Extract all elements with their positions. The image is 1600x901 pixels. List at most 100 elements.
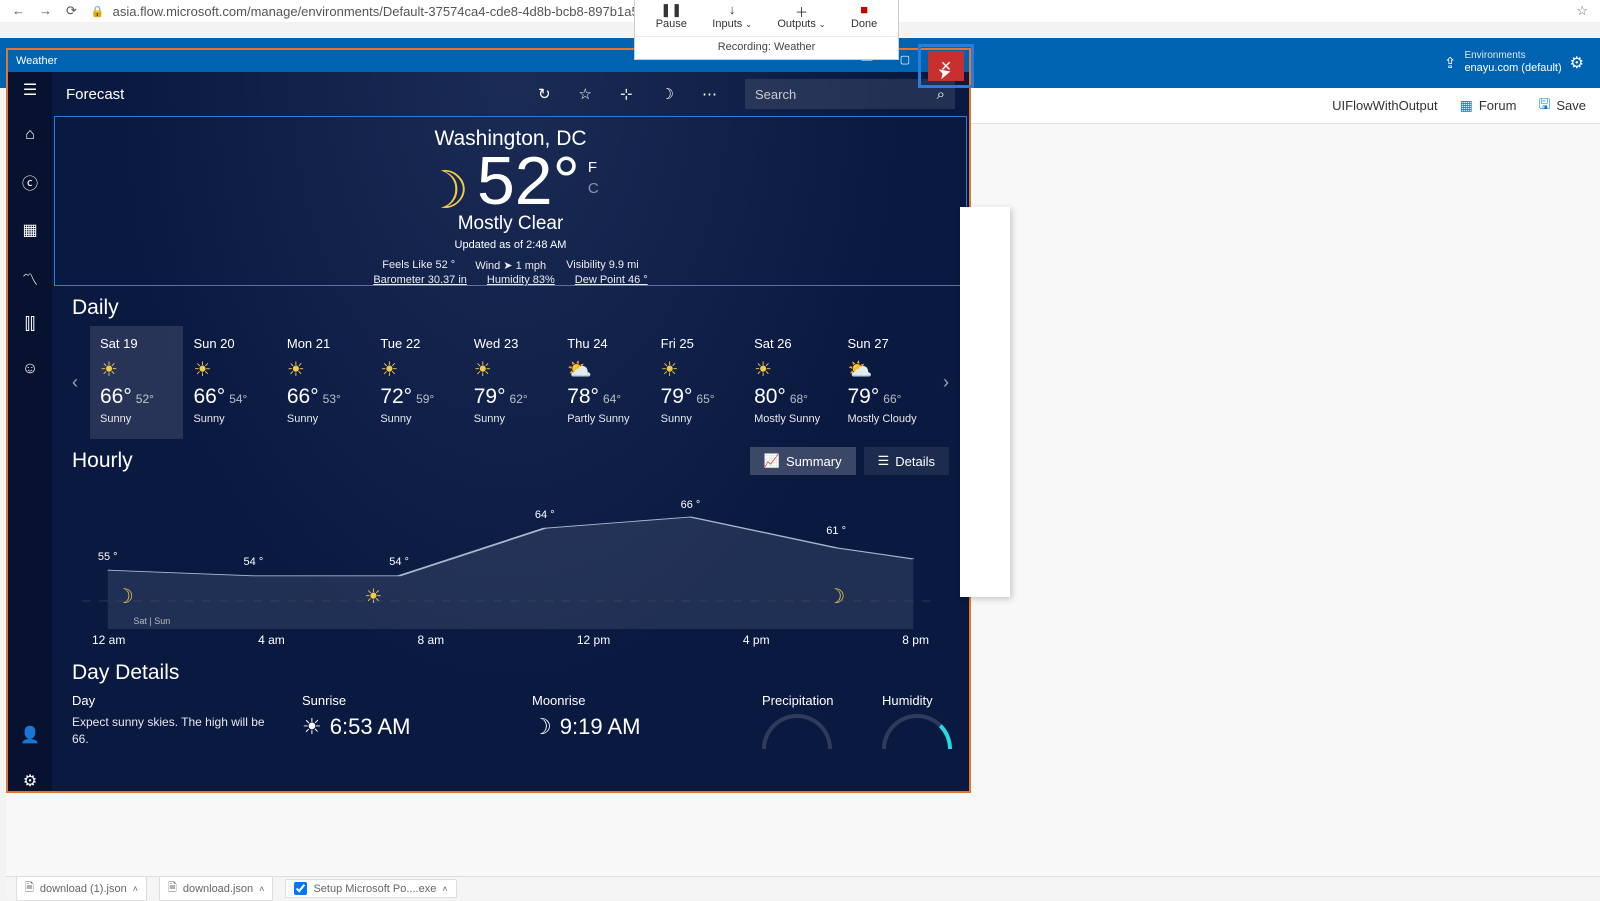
forum-icon: ▦ xyxy=(1460,97,1473,114)
low-temp: 52° xyxy=(136,392,154,406)
hourly-axis: 12 am4 am8 am12 pm4 pm8 pm xyxy=(52,629,969,647)
high-temp: 80° xyxy=(754,385,786,408)
day-name: Tue 22 xyxy=(380,336,453,351)
popup-edge xyxy=(960,207,1010,597)
hour-label: 12 am xyxy=(92,633,125,647)
globe-icon[interactable]: ⓒ xyxy=(22,170,38,194)
sun-icon: ☀ xyxy=(364,584,382,609)
recorder-toolbar: ❚❚Pause ↓Inputs⌄ ＋Outputs⌄ ■Done Recordi… xyxy=(634,0,899,60)
day-condition: Sunny xyxy=(287,413,360,425)
current-conditions[interactable]: Washington, DC ☽ 52° F C Mostly Clear Up… xyxy=(54,116,967,286)
high-temp: 78° xyxy=(567,385,599,408)
hour-label: 4 pm xyxy=(743,633,770,647)
download-item[interactable]: Setup Microsoft Po....exe˄ xyxy=(285,879,456,898)
moon-icon: ☽ xyxy=(827,584,845,609)
download-item[interactable]: 🗎download (1).json˄ xyxy=(16,876,147,901)
unit-f[interactable]: F xyxy=(588,157,599,178)
hour-label: 4 am xyxy=(258,633,285,647)
weather-icon: ☀ xyxy=(754,357,827,381)
done-button[interactable]: ■Done xyxy=(851,2,877,30)
daily-prev[interactable]: ‹ xyxy=(60,372,90,393)
weather-content[interactable]: Forecast ↻ ☆ ⊹ ☽ ⋯ Search ⌕ Washington, … xyxy=(52,72,969,791)
chevron-down-icon: ⌄ xyxy=(819,20,826,29)
download-item[interactable]: 🗎download.json˄ xyxy=(159,876,273,901)
lock-icon: 🔒 xyxy=(91,5,105,18)
back-icon[interactable]: ← xyxy=(12,3,25,19)
hour-label: 12 pm xyxy=(577,633,610,647)
chart-icon[interactable]: 〽 xyxy=(22,266,38,290)
chevron-up-icon[interactable]: ˄ xyxy=(133,884,138,894)
hourly-point: 54 ° xyxy=(244,556,264,568)
pin-icon[interactable]: ⊹ xyxy=(620,85,633,103)
chevron-up-icon[interactable]: ˄ xyxy=(442,884,447,894)
low-temp: 64° xyxy=(603,392,621,406)
day-name: Wed 23 xyxy=(474,336,547,351)
day-card[interactable]: Mon 21 ☀ 66°53° Sunny xyxy=(277,326,370,439)
day-card[interactable]: Tue 22 ☀ 72°59° Sunny xyxy=(370,326,463,439)
moon-icon[interactable]: ☽ xyxy=(661,85,674,103)
hourly-point: 54 ° xyxy=(389,556,409,568)
settings-icon[interactable]: ⚙ xyxy=(23,771,37,791)
humidity-gauge xyxy=(882,714,952,749)
star-icon[interactable]: ☆ xyxy=(1576,3,1588,19)
daily-forecast: ‹ Sat 19 ☀ 66°52° SunnySun 20 ☀ 66°54° S… xyxy=(52,326,969,439)
env-value[interactable]: enayu.com (default) xyxy=(1464,62,1561,75)
hourly-chart[interactable]: 55 ° 54 ° 54 ° 64 ° 66 ° 61 ° ☽ ☀ ☽ Sat … xyxy=(82,489,939,629)
reload-icon[interactable]: ⟳ xyxy=(66,3,77,19)
url-text[interactable]: asia.flow.microsoft.com/manage/environme… xyxy=(113,4,715,19)
save-button[interactable]: 🖫Save xyxy=(1538,94,1586,118)
day-card[interactable]: Sat 26 ☀ 80°68° Mostly Sunny xyxy=(744,326,837,439)
condition-text: Mostly Clear xyxy=(75,213,946,235)
moon-icon: ☽ xyxy=(116,584,134,609)
file-icon: 🗎 xyxy=(168,879,177,898)
low-temp: 62° xyxy=(510,392,528,406)
inputs-button[interactable]: ↓Inputs⌄ xyxy=(712,2,752,30)
favorite-icon[interactable]: ☆ xyxy=(579,85,592,103)
high-temp: 79° xyxy=(661,385,693,408)
daily-heading: Daily xyxy=(52,286,969,326)
day-text: Expect sunny skies. The high will be 66. xyxy=(72,714,272,748)
tile-icon[interactable]: ▦ xyxy=(22,220,37,240)
weather-sidebar: ☰ ⌂ ⓒ ▦ 〽 ⫿⫿ ☺ 👤 ⚙ xyxy=(8,72,52,791)
weather-icon: ☀ xyxy=(100,357,173,381)
more-icon[interactable]: ⋯ xyxy=(702,85,717,103)
high-temp: 79° xyxy=(848,385,880,408)
forward-icon[interactable]: → xyxy=(39,3,52,19)
home-icon[interactable]: ⌂ xyxy=(25,126,35,144)
unit-c[interactable]: C xyxy=(588,178,599,199)
list-icon: ☰ xyxy=(878,453,890,469)
day-card[interactable]: Sun 27 ⛅ 79°66° Mostly Cloudy xyxy=(838,326,931,439)
search-icon[interactable]: ⌕ xyxy=(937,86,945,103)
flow-name[interactable]: UIFlowWithOutput xyxy=(1332,98,1437,113)
download-checkbox[interactable] xyxy=(294,882,307,895)
sunrise-value: 6:53 AM xyxy=(330,714,411,740)
chevron-up-icon[interactable]: ˄ xyxy=(259,884,264,894)
pause-button[interactable]: ❚❚Pause xyxy=(656,2,687,30)
forum-button[interactable]: ▦Forum xyxy=(1460,97,1517,114)
user-icon[interactable]: 👤 xyxy=(20,725,40,745)
day-card[interactable]: Sat 19 ☀ 66°52° Sunny xyxy=(90,326,183,439)
tab-details[interactable]: ☰Details xyxy=(864,447,949,475)
day-card[interactable]: Wed 23 ☀ 79°62° Sunny xyxy=(464,326,557,439)
weather-icon: ⛅ xyxy=(567,357,640,381)
day-card[interactable]: Thu 24 ⛅ 78°64° Partly Sunny xyxy=(557,326,650,439)
low-temp: 53° xyxy=(323,392,341,406)
day-name: Thu 24 xyxy=(567,336,640,351)
daily-next[interactable]: › xyxy=(931,372,961,393)
share-icon[interactable]: ⇪ xyxy=(1444,54,1457,72)
outputs-button[interactable]: ＋Outputs⌄ xyxy=(777,2,825,30)
refresh-icon[interactable]: ↻ xyxy=(538,85,551,103)
tab-summary[interactable]: 📈Summary xyxy=(750,447,856,475)
recorder-status: Recording: Weather xyxy=(635,36,898,59)
hourly-point: 64 ° xyxy=(535,509,555,521)
gear-icon[interactable]: ⚙ xyxy=(1570,53,1584,73)
menu-icon[interactable]: ☰ xyxy=(23,80,37,100)
day-card[interactable]: Sun 20 ☀ 66°54° Sunny xyxy=(183,326,276,439)
day-divider: Sat | Sun xyxy=(133,616,170,626)
day-card[interactable]: Fri 25 ☀ 79°65° Sunny xyxy=(651,326,744,439)
day-label: Day xyxy=(72,693,272,708)
day-name: Fri 25 xyxy=(661,336,734,351)
history-icon[interactable]: ⫿⫿ xyxy=(25,316,35,334)
face-icon[interactable]: ☺ xyxy=(22,360,38,378)
day-details: Day Expect sunny skies. The high will be… xyxy=(52,693,969,749)
